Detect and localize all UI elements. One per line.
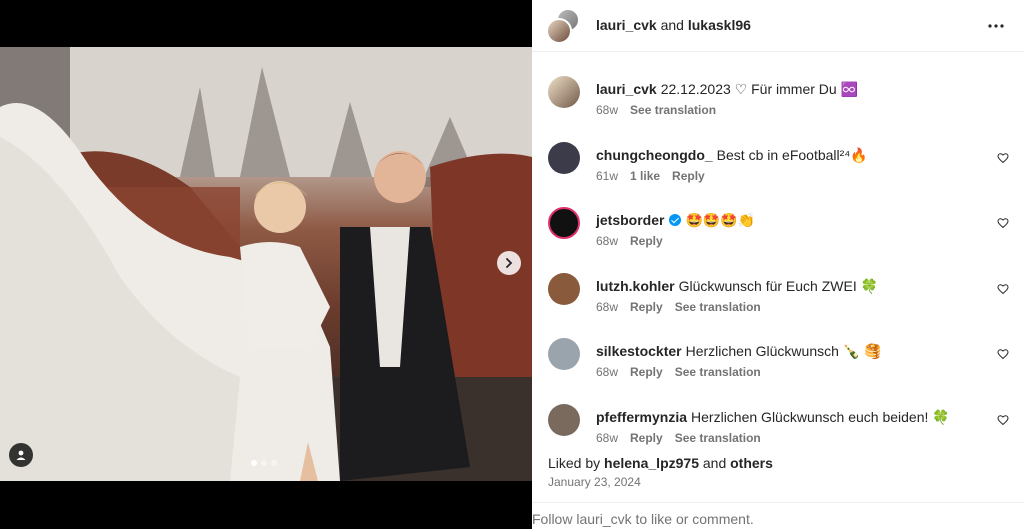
reply-button[interactable]: Reply: [630, 234, 663, 248]
user-tag-icon: [16, 450, 26, 460]
reply-button[interactable]: Reply: [630, 300, 663, 314]
follow-to-comment-text[interactable]: Follow lauri_cvk to like or comment.: [532, 511, 754, 527]
post-date[interactable]: January 23, 2024: [548, 475, 641, 489]
comment-time[interactable]: 61w: [596, 169, 618, 183]
likes-summary: Liked by helena_lpz975 and others: [548, 455, 773, 471]
carousel-next-button[interactable]: [497, 251, 521, 275]
post-authors: lauri_cvk and lukaskl96: [596, 17, 751, 33]
author-link[interactable]: lukaskl96: [688, 17, 751, 33]
post-details-panel: lauri_cvk and lukaskl96 lauri_cvk 22.12.2…: [532, 0, 1024, 529]
avatar[interactable]: [548, 76, 580, 108]
comment-username[interactable]: chungcheongdo_: [596, 147, 713, 163]
comment-meta: 61w 1 like Reply: [596, 169, 705, 183]
comment-text: lutzh.kohler Glückwunsch für Euch ZWEI 🍀: [596, 277, 879, 294]
comment-text: silkestockter Herzlichen Glückwunsch 🍾 🥞: [596, 343, 882, 359]
carousel-dot: [261, 460, 267, 466]
comment-row: jetsborder 🤩🤩🤩👏 68w Reply: [532, 195, 1024, 261]
avatar[interactable]: [548, 207, 580, 239]
see-translation-link[interactable]: See translation: [675, 431, 761, 445]
comment-username[interactable]: jetsborder: [596, 212, 664, 228]
see-translation-link[interactable]: See translation: [675, 365, 761, 379]
collab-avatars[interactable]: [546, 8, 582, 44]
comment-username[interactable]: lutzh.kohler: [596, 278, 675, 294]
tagged-users-button[interactable]: [9, 443, 33, 467]
comment-likes[interactable]: 1 like: [630, 169, 660, 183]
avatar[interactable]: [548, 141, 580, 174]
heart-icon[interactable]: [997, 414, 1009, 426]
post-photo[interactable]: [0, 47, 532, 481]
comment-meta: 68w Reply See translation: [596, 431, 761, 445]
more-options-button[interactable]: [984, 14, 1008, 38]
post-media: [0, 0, 532, 529]
comment-text: jetsborder 🤩🤩🤩👏: [596, 212, 756, 228]
comment-username[interactable]: lauri_cvk: [596, 81, 657, 97]
comment-footer: Follow lauri_cvk to like or comment.: [532, 502, 1024, 529]
see-translation-link[interactable]: See translation: [630, 103, 716, 117]
heart-icon[interactable]: [997, 217, 1009, 229]
chevron-right-icon: [506, 258, 513, 268]
comment-row: pfeffermynzia Herzlichen Glückwunsch euch…: [532, 392, 1024, 458]
comment-time[interactable]: 68w: [596, 234, 618, 248]
comment-text: pfeffermynzia Herzlichen Glückwunsch euch…: [596, 408, 950, 425]
comment-meta: 68w See translation: [596, 103, 716, 117]
carousel-indicator: [251, 460, 277, 466]
more-horizontal-icon: [988, 24, 1004, 28]
caption-text: lauri_cvk 22.12.2023 ♡ Für immer Du ♾️: [596, 81, 858, 97]
comment-time[interactable]: 68w: [596, 365, 618, 379]
caption: lauri_cvk 22.12.2023 ♡ Für immer Du ♾️ 68…: [532, 64, 1024, 130]
post-header: lauri_cvk and lukaskl96: [532, 0, 1024, 52]
heart-icon[interactable]: [997, 152, 1009, 164]
comment-time[interactable]: 68w: [596, 431, 618, 445]
verified-badge-icon: [669, 214, 682, 226]
liked-by-user-link[interactable]: helena_lpz975: [604, 455, 699, 471]
comment-meta: 68w Reply: [596, 234, 663, 248]
comment-text: chungcheongdo_ Best cb in eFootball²⁴🔥: [596, 146, 868, 163]
see-translation-link[interactable]: See translation: [675, 300, 761, 314]
comment-meta: 68w Reply See translation: [596, 365, 761, 379]
comment-row: silkestockter Herzlichen Glückwunsch 🍾 🥞 …: [532, 326, 1024, 392]
reply-button[interactable]: Reply: [630, 431, 663, 445]
comment-time[interactable]: 68w: [596, 300, 618, 314]
comments-list: lauri_cvk 22.12.2023 ♡ Für immer Du ♾️ 68…: [532, 64, 1024, 457]
carousel-dot: [251, 460, 257, 466]
heart-icon[interactable]: [997, 348, 1009, 360]
reply-button[interactable]: Reply: [672, 169, 705, 183]
avatar[interactable]: [548, 403, 580, 436]
comment-meta: 68w Reply See translation: [596, 300, 761, 314]
heart-icon[interactable]: [997, 283, 1009, 295]
comment-username[interactable]: silkestockter: [596, 343, 682, 359]
author-link[interactable]: lauri_cvk: [596, 17, 657, 33]
liked-by-others-link[interactable]: others: [730, 455, 773, 471]
avatar[interactable]: [548, 338, 580, 370]
carousel-dot: [271, 460, 277, 466]
comment-time[interactable]: 68w: [596, 103, 618, 117]
comment-row: lutzh.kohler Glückwunsch für Euch ZWEI 🍀 …: [532, 261, 1024, 327]
wedding-photo-illustration: [0, 47, 532, 481]
avatar: [546, 18, 572, 44]
avatar[interactable]: [548, 272, 580, 305]
comment-username[interactable]: pfeffermynzia: [596, 409, 687, 425]
comment-row: chungcheongdo_ Best cb in eFootball²⁴🔥 61…: [532, 130, 1024, 196]
reply-button[interactable]: Reply: [630, 365, 663, 379]
